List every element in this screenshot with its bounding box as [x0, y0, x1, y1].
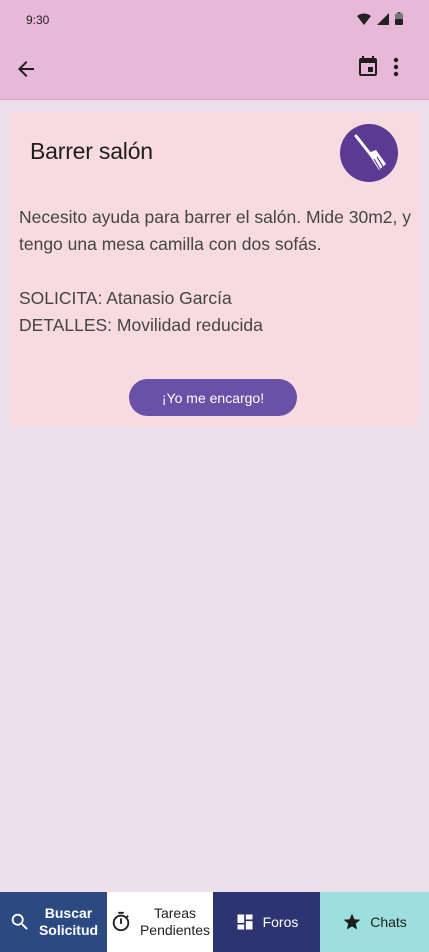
nav-item-pending-tasks[interactable]: Tareas Pendientes — [107, 892, 213, 952]
nav-label-tasks-line1: Tareas — [153, 905, 197, 921]
calendar-event-icon[interactable] — [356, 55, 380, 79]
timer-icon — [112, 911, 130, 932]
wifi-icon — [357, 13, 371, 25]
task-requester: SOLICITA: Atanasio García — [19, 288, 232, 308]
battery-icon — [395, 12, 403, 25]
search-icon — [11, 913, 28, 930]
nav-label-search-line1: Buscar — [44, 905, 93, 921]
broom-icon — [354, 134, 386, 170]
nav-label-forums: Foros — [262, 913, 299, 930]
nav-item-chats[interactable]: Chats — [320, 892, 429, 952]
app-bar — [0, 40, 429, 100]
signal-icon — [377, 12, 389, 25]
more-vert-icon[interactable] — [386, 55, 406, 79]
bottom-nav: Buscar Solicitud Tareas Pendientes Foros… — [0, 892, 429, 952]
task-title: Barrer salón — [30, 138, 153, 164]
task-description: Necesito ayuda para barrer el salón. Mid… — [19, 207, 412, 254]
task-body: Necesito ayuda para barrer el salón. Mid… — [19, 204, 414, 339]
task-details: DETALLES: Movilidad reducida — [19, 315, 263, 335]
status-icons — [357, 12, 403, 25]
status-time: 9:30 — [26, 13, 50, 27]
nav-label-search-line2: Solicitud — [38, 922, 99, 938]
task-avatar — [340, 124, 398, 182]
nav-label-chats: Chats — [370, 913, 407, 930]
nav-item-forums[interactable]: Foros — [213, 892, 320, 952]
take-task-button[interactable]: ¡Yo me encargo! — [129, 379, 297, 416]
dashboard-icon — [237, 914, 253, 930]
star-icon — [343, 913, 361, 930]
nav-label-tasks-line2: Pendientes — [139, 922, 211, 938]
task-card: Barrer salón Necesito ayuda para barrer … — [9, 112, 419, 427]
arrow-back-icon[interactable] — [14, 57, 38, 81]
status-bar: 9:30 — [0, 0, 429, 40]
nav-item-search-request[interactable]: Buscar Solicitud — [0, 892, 107, 952]
